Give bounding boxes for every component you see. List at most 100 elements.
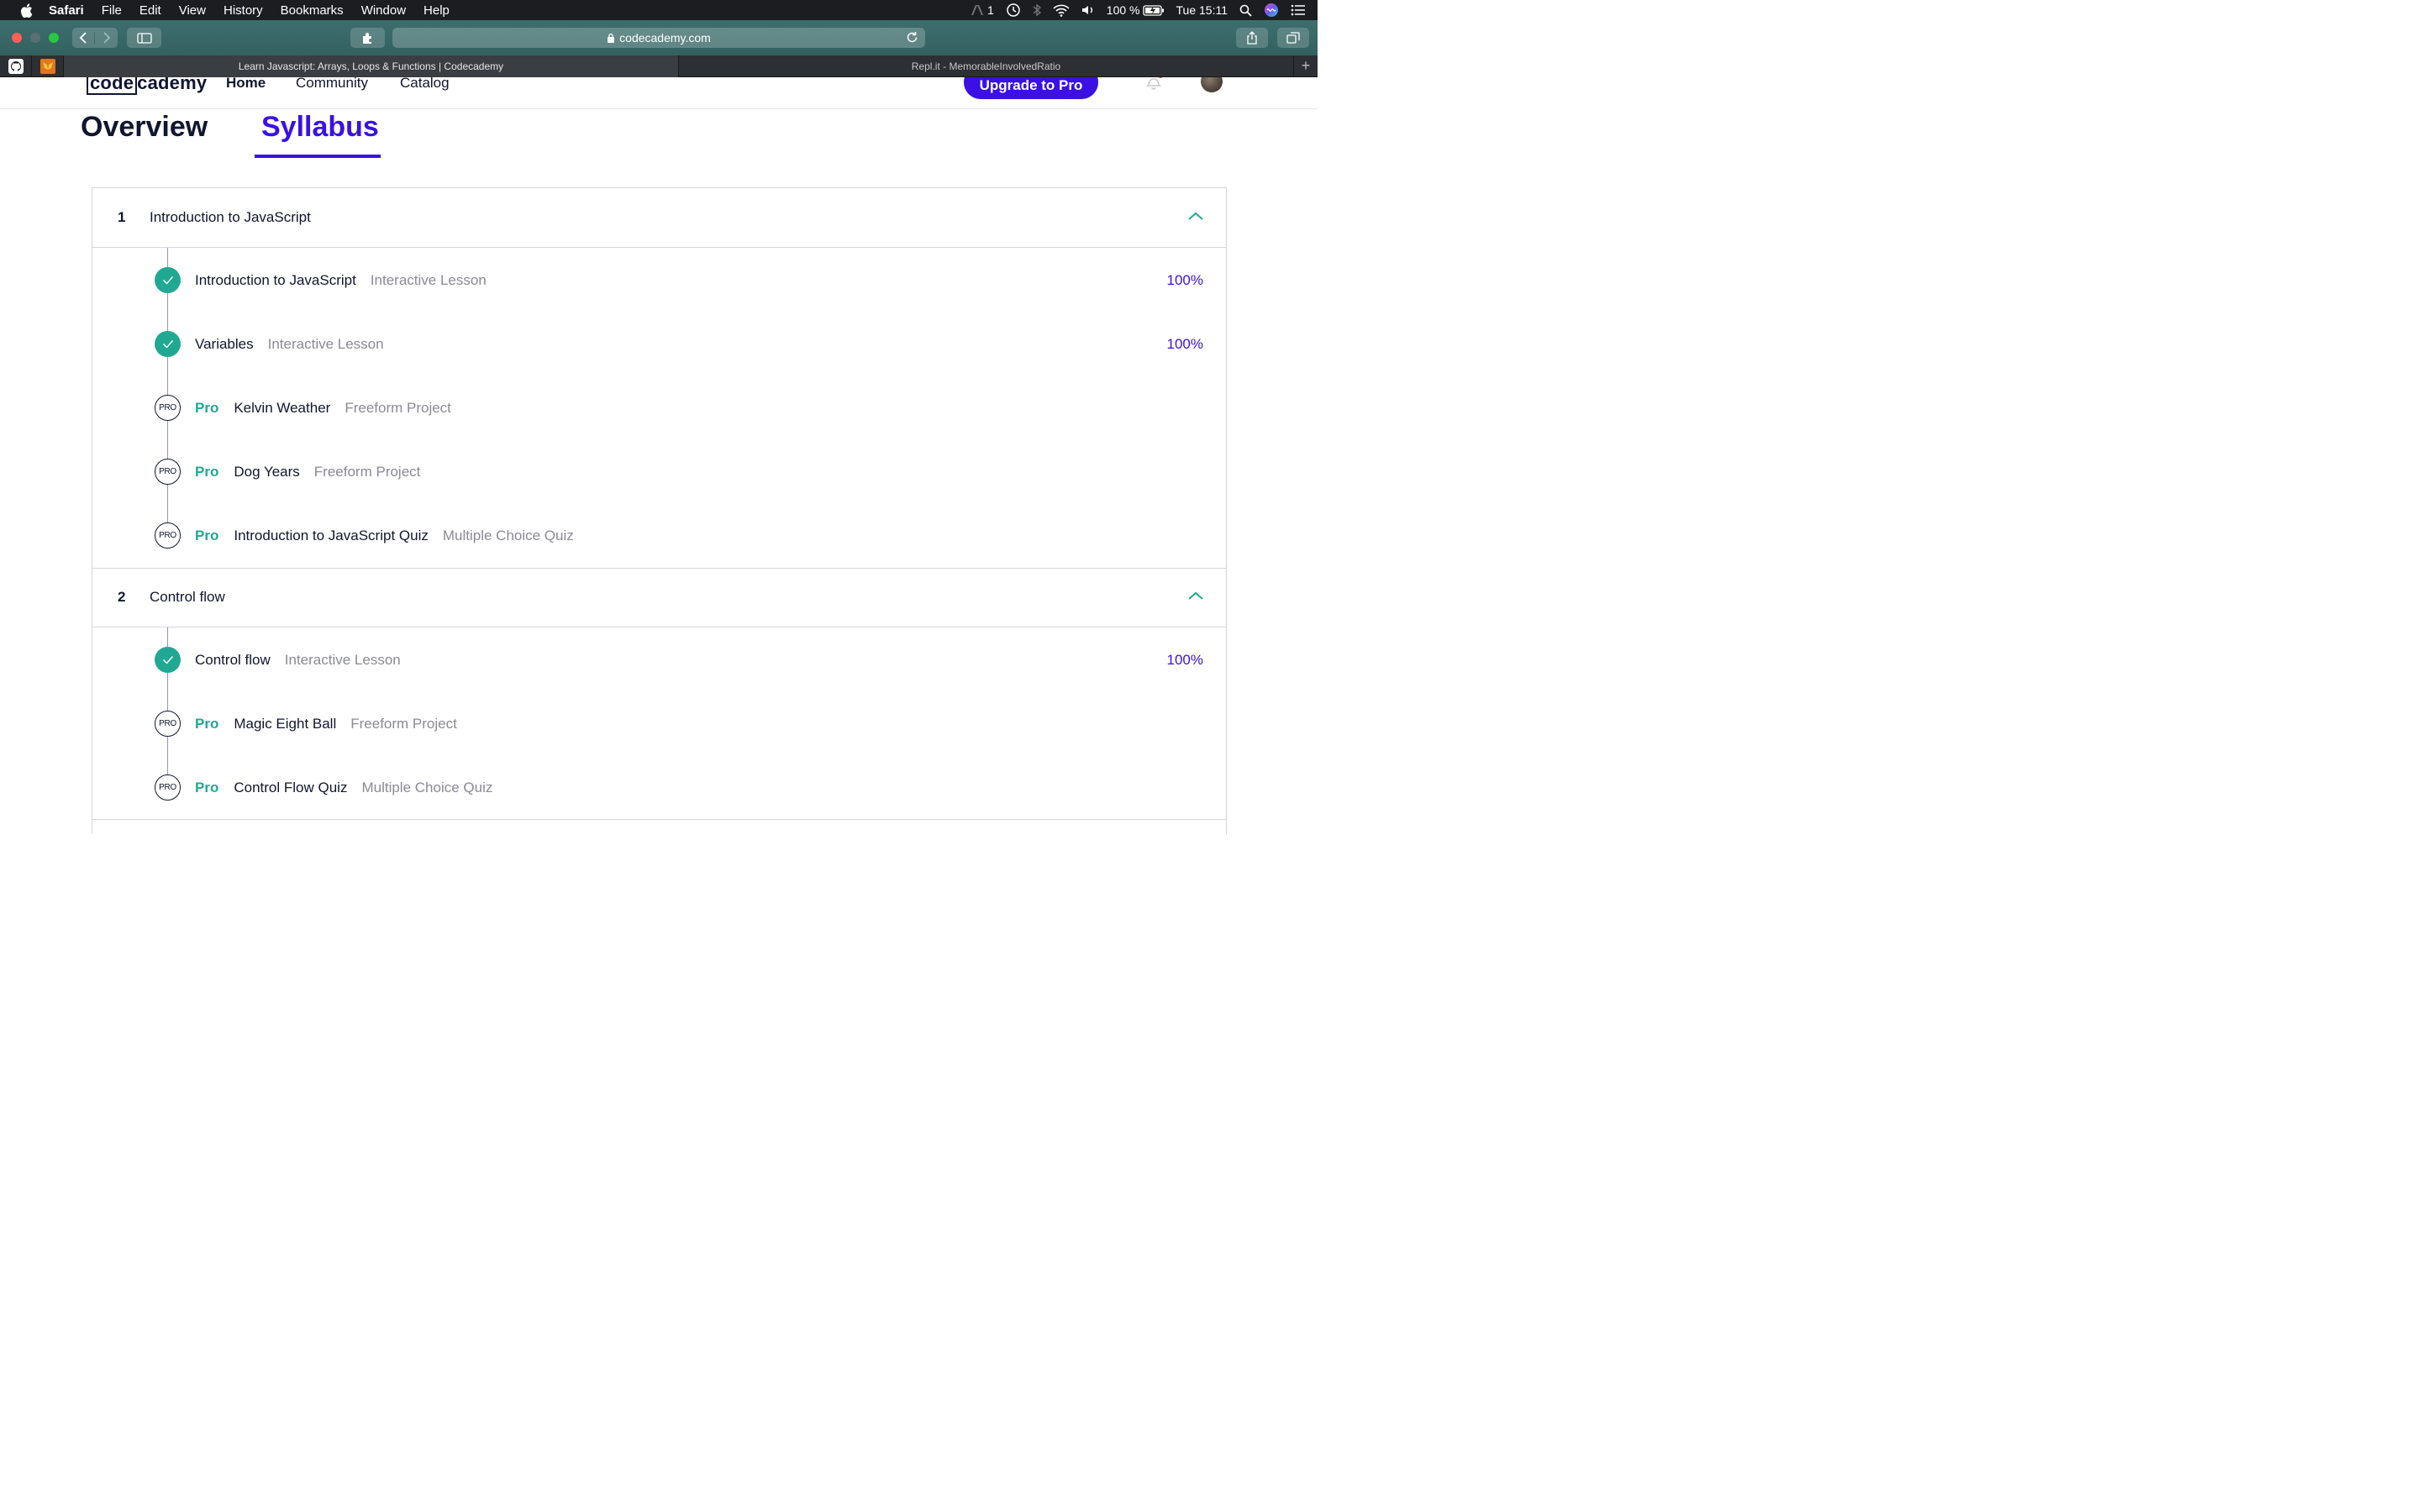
lesson-title[interactable]: Introduction to JavaScript	[195, 272, 356, 289]
lesson-type: Interactive Lesson	[267, 336, 384, 352]
lesson-row[interactable]: PRO Pro Kelvin Weather Freeform Project	[92, 394, 1226, 421]
macos-menubar: Safari File Edit View History Bookmarks …	[0, 0, 1318, 20]
chevron-right-icon	[103, 32, 110, 44]
lesson-progress: 100%	[1166, 272, 1203, 288]
lesson-type: Multiple Choice Quiz	[361, 780, 493, 795]
lesson-title[interactable]: Variables	[195, 336, 254, 353]
tab-title: Repl.it - MemorableInvolvedRatio	[911, 60, 1061, 72]
window-controls	[12, 33, 67, 43]
lesson-row[interactable]: Variables Interactive Lesson 100%	[92, 330, 1226, 357]
lesson-title[interactable]: Control Flow Quiz	[234, 780, 347, 796]
lesson-type: Freeform Project	[345, 400, 451, 416]
address-bar[interactable]: codecademy.com	[392, 28, 925, 48]
lesson-type: Freeform Project	[313, 464, 421, 480]
lesson-row[interactable]: Control flow Interactive Lesson 100%	[92, 646, 1226, 673]
url-text: codecademy.com	[619, 31, 711, 45]
menu-window[interactable]: Window	[361, 3, 406, 18]
site-header: code cademy Home Community Catalog Upgrad…	[0, 77, 1318, 109]
puzzle-extension-icon	[362, 33, 371, 44]
codecademy-logo[interactable]: code cademy	[87, 77, 207, 95]
lesson-row[interactable]: PRO Pro Dog Years Freeform Project	[92, 458, 1226, 485]
minimize-window-button[interactable]	[30, 33, 40, 43]
browser-tabs-bar: Learn Javascript: Arrays, Loops & Functi…	[0, 55, 1318, 77]
pro-label: Pro	[195, 780, 219, 795]
module-header[interactable]: 1 Introduction to JavaScript	[92, 188, 1226, 248]
tab-title: Learn Javascript: Arrays, Loops & Functi…	[238, 60, 504, 72]
new-tab-button[interactable]: +	[1294, 55, 1318, 77]
reload-icon[interactable]	[906, 31, 918, 46]
tab-replit[interactable]: Repl.it - MemorableInvolvedRatio	[679, 55, 1294, 77]
pro-label: Pro	[195, 464, 219, 480]
volume-icon[interactable]	[1081, 4, 1095, 16]
checkmark-icon	[155, 331, 181, 357]
adobe-status[interactable]: 1	[971, 3, 994, 17]
close-window-button[interactable]	[12, 33, 22, 43]
zoom-window-button[interactable]	[49, 33, 59, 43]
module-title: Introduction to JavaScript	[150, 209, 311, 225]
chevron-left-icon	[79, 32, 87, 44]
nav-catalog[interactable]: Catalog	[400, 77, 450, 92]
lesson-row[interactable]: PRO Pro Magic Eight Ball Freeform Projec…	[92, 710, 1226, 737]
module-header[interactable]: 2 Control flow	[92, 568, 1226, 627]
notification-center-icon[interactable]	[1291, 4, 1306, 16]
chevron-up-icon[interactable]	[1187, 210, 1204, 225]
nav-home[interactable]: Home	[226, 77, 266, 92]
pro-badge-icon: PRO	[155, 522, 181, 549]
pinned-tab-metamask[interactable]	[32, 55, 64, 77]
tab-syllabus[interactable]: Syllabus	[261, 111, 379, 144]
extension-button[interactable]	[350, 28, 385, 48]
github-icon	[8, 58, 24, 74]
pro-label: Pro	[195, 528, 219, 543]
lesson-type: Interactive Lesson	[370, 272, 487, 288]
apple-menu-icon[interactable]	[17, 3, 35, 18]
module-number: 1	[118, 209, 126, 225]
module-title: Control flow	[150, 589, 225, 605]
lesson-row[interactable]: PRO Pro Introduction to JavaScript Quiz …	[92, 522, 1226, 549]
lesson-progress: 100%	[1166, 336, 1203, 352]
tab-overview[interactable]: Overview	[81, 111, 208, 144]
adobe-count: 1	[987, 3, 994, 17]
adobe-icon	[971, 5, 983, 15]
logo-code: code	[87, 77, 138, 95]
notification-bell-icon[interactable]	[1144, 77, 1163, 95]
menu-bookmarks[interactable]: Bookmarks	[281, 3, 344, 18]
lesson-title[interactable]: Kelvin Weather	[234, 400, 330, 417]
share-button[interactable]	[1236, 28, 1268, 48]
tab-codecademy[interactable]: Learn Javascript: Arrays, Loops & Functi…	[64, 55, 679, 77]
user-avatar[interactable]	[1201, 77, 1223, 92]
lesson-title[interactable]: Control flow	[195, 652, 271, 669]
nav-community[interactable]: Community	[296, 77, 368, 92]
bluetooth-icon[interactable]	[1033, 3, 1041, 17]
menu-view[interactable]: View	[179, 3, 206, 18]
wifi-icon[interactable]	[1053, 4, 1070, 17]
menu-edit[interactable]: Edit	[139, 3, 161, 18]
lesson-title[interactable]: Dog Years	[234, 464, 299, 480]
checkmark-icon	[155, 267, 181, 293]
chevron-up-icon[interactable]	[1187, 590, 1204, 605]
upgrade-to-pro-button[interactable]: Upgrade to Pro	[964, 77, 1098, 99]
lesson-row[interactable]: Introduction to JavaScript Interactive L…	[92, 266, 1226, 293]
menubar-clock[interactable]: Tue 15:11	[1176, 3, 1228, 17]
lesson-title[interactable]: Introduction to JavaScript Quiz	[234, 528, 429, 544]
back-button[interactable]	[72, 32, 95, 44]
spotlight-search-icon[interactable]	[1239, 4, 1252, 17]
time-machine-icon[interactable]	[1006, 3, 1021, 18]
menu-safari[interactable]: Safari	[49, 3, 84, 18]
tab-overview-button[interactable]	[1277, 28, 1309, 48]
lesson-type: Freeform Project	[350, 716, 457, 732]
siri-icon[interactable]	[1264, 3, 1279, 18]
lesson-row[interactable]: PRO Pro Control Flow Quiz Multiple Choic…	[92, 774, 1226, 801]
checkmark-icon	[155, 647, 181, 673]
share-icon	[1247, 31, 1257, 45]
menu-history[interactable]: History	[224, 3, 263, 18]
menu-help[interactable]: Help	[424, 3, 450, 18]
sidebar-icon	[136, 32, 152, 44]
sidebar-toggle-button[interactable]	[127, 28, 161, 48]
menu-file[interactable]: File	[102, 3, 122, 18]
pinned-tab-github[interactable]	[0, 55, 32, 77]
syllabus-panel: 1 Introduction to JavaScript Introductio…	[92, 187, 1227, 834]
battery-status[interactable]: 100 %	[1107, 3, 1165, 17]
lesson-title[interactable]: Magic Eight Ball	[234, 716, 336, 732]
forward-button[interactable]	[95, 32, 118, 44]
lesson-type: Interactive Lesson	[284, 652, 401, 668]
